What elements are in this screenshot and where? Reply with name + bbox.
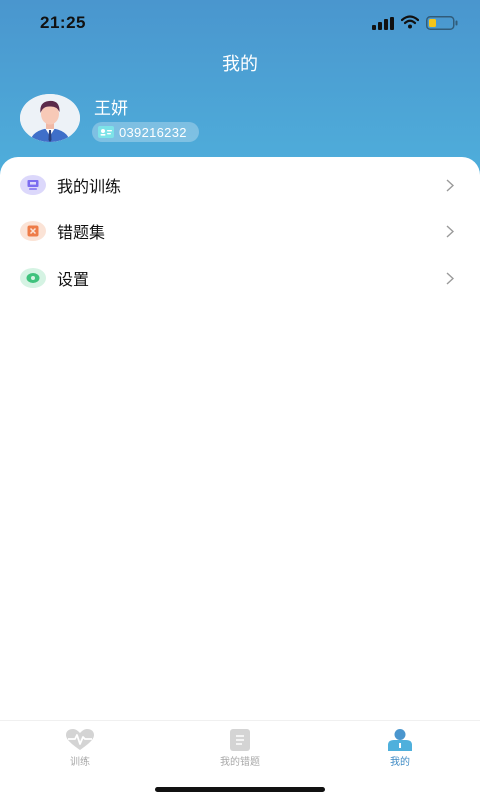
tab-label: 我的错题	[220, 757, 260, 768]
avatar[interactable]	[20, 94, 80, 142]
battery-icon	[426, 16, 458, 30]
menu-item-label: 错题集	[57, 223, 106, 242]
menu-card: 我的训练 错题集 设置	[0, 157, 480, 720]
chevron-right-icon	[446, 178, 454, 192]
menu-item-error-book[interactable]: 错题集	[0, 208, 480, 254]
user-icon	[388, 729, 412, 751]
user-id: 039216232	[119, 124, 187, 140]
training-icon	[20, 175, 46, 195]
menu-item-label: 我的训练	[57, 177, 122, 196]
user-id-badge: 039216232	[92, 122, 199, 142]
user-name: 王妍	[94, 99, 128, 119]
error-book-icon	[20, 221, 46, 241]
status-bar: 21:25	[0, 0, 480, 46]
tab-label: 训练	[70, 757, 90, 768]
id-card-icon	[98, 126, 114, 138]
heartbeat-icon	[66, 729, 94, 750]
menu-item-label: 设置	[57, 270, 90, 289]
tab-label: 我的	[390, 757, 410, 768]
wifi-icon	[401, 15, 419, 29]
home-indicator	[155, 787, 325, 792]
chevron-right-icon	[446, 224, 454, 238]
tab-my-errors[interactable]: 我的错题	[160, 721, 320, 771]
page-title: 我的	[222, 54, 258, 75]
avatar-illustration	[20, 94, 80, 142]
menu-item-settings[interactable]: 设置	[0, 255, 480, 301]
status-time: 21:25	[40, 13, 86, 32]
signal-icon	[372, 17, 394, 30]
tab-training[interactable]: 训练	[0, 721, 160, 771]
tab-mine[interactable]: 我的	[320, 721, 480, 771]
settings-icon	[20, 268, 46, 288]
chevron-right-icon	[446, 271, 454, 285]
menu-item-training[interactable]: 我的训练	[0, 162, 480, 208]
error-note-icon	[230, 729, 250, 751]
